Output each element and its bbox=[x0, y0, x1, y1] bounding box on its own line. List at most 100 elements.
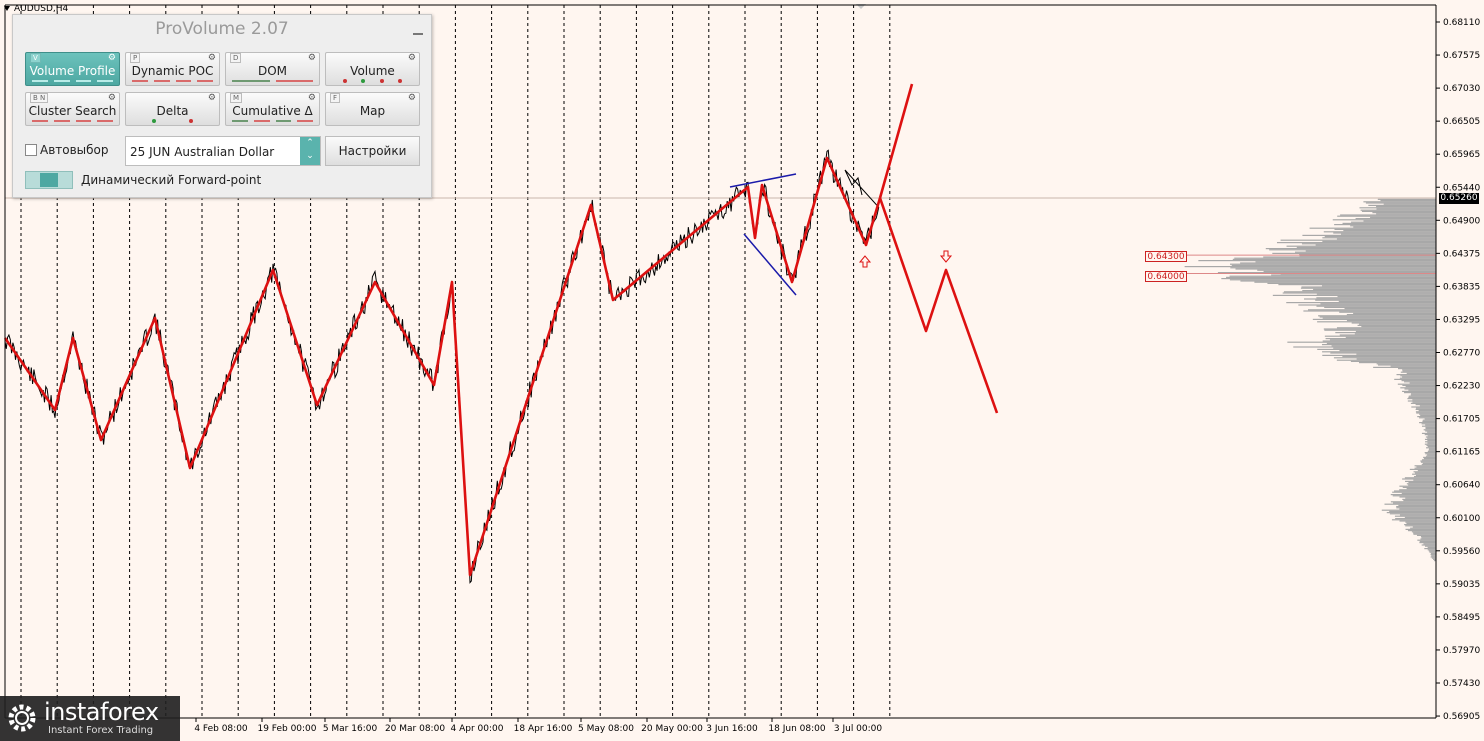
profile-bar bbox=[1351, 322, 1436, 324]
profile-bar bbox=[1408, 484, 1436, 486]
module-cluster-search-button[interactable]: B N ⚙ Cluster Search bbox=[25, 92, 120, 126]
profile-bar bbox=[1383, 203, 1436, 205]
price-tick-label: 0.62230 bbox=[1443, 382, 1480, 392]
profile-bar bbox=[1396, 506, 1436, 508]
profile-bar bbox=[1418, 410, 1436, 412]
indicator-dots bbox=[336, 79, 409, 83]
module-map-button[interactable]: F ⚙ Map bbox=[325, 92, 420, 126]
gear-icon[interactable]: ⚙ bbox=[108, 94, 116, 103]
level-label-1: 0.64300 bbox=[1145, 251, 1187, 262]
profile-bar bbox=[1393, 490, 1436, 492]
profile-bar bbox=[1346, 314, 1436, 316]
profile-bar bbox=[1411, 393, 1436, 395]
price-tick-label: 0.63835 bbox=[1443, 282, 1480, 292]
minimize-icon[interactable] bbox=[413, 23, 423, 35]
profile-bar bbox=[1373, 366, 1436, 368]
profile-bar bbox=[1316, 305, 1436, 307]
profile-bar bbox=[1413, 476, 1436, 478]
price-tick-label: 0.64375 bbox=[1443, 249, 1480, 259]
module-volume-profile-button[interactable]: V ⚙ Volume Profile bbox=[25, 52, 120, 86]
settings-button[interactable]: Настройки bbox=[325, 136, 420, 166]
profile-bar bbox=[1298, 304, 1436, 306]
module-volume-button[interactable]: ⚙ Volume bbox=[325, 52, 420, 86]
profile-bar bbox=[1420, 460, 1436, 462]
module-delta-button[interactable]: ⚙ Delta bbox=[125, 92, 220, 126]
module-dynamic-poc-button[interactable]: P ⚙ Dynamic POC bbox=[125, 52, 220, 86]
profile-bar bbox=[1397, 383, 1436, 385]
auto-select-checkbox-row[interactable]: Автовыбор bbox=[25, 143, 109, 157]
forward-point-toggle[interactable] bbox=[25, 171, 73, 189]
profile-bar bbox=[1406, 483, 1436, 485]
profile-bar bbox=[1232, 258, 1436, 260]
profile-bar bbox=[1353, 226, 1436, 228]
profile-bar bbox=[1414, 465, 1436, 467]
profile-bar bbox=[1356, 353, 1436, 355]
profile-bar bbox=[1399, 508, 1436, 510]
profile-bar bbox=[1303, 310, 1436, 312]
profile-bar bbox=[1394, 515, 1436, 517]
profile-bar bbox=[1404, 388, 1436, 390]
profile-bar bbox=[1278, 284, 1436, 286]
profile-bar bbox=[1416, 534, 1436, 536]
profile-bar bbox=[1372, 212, 1436, 214]
chevron-updown-icon[interactable]: ⌃ ⌄ bbox=[300, 137, 320, 165]
provolume-panel[interactable]: ProVolume 2.07 V ⚙ Volume Profile P ⚙ Dy… bbox=[12, 14, 432, 198]
profile-bar bbox=[1304, 298, 1436, 300]
profile-bar bbox=[1234, 257, 1436, 259]
profile-bar bbox=[1424, 434, 1436, 436]
gear-icon[interactable]: ⚙ bbox=[208, 54, 216, 63]
profile-bar bbox=[1321, 285, 1436, 287]
profile-bar bbox=[1184, 266, 1436, 268]
profile-bar bbox=[1221, 278, 1436, 280]
profile-bar bbox=[1402, 390, 1436, 392]
profile-bar bbox=[1430, 556, 1436, 558]
profile-bar bbox=[1229, 275, 1436, 277]
module-label: Delta bbox=[156, 104, 189, 118]
hotkey-badge: B N bbox=[30, 93, 49, 103]
contract-select[interactable]: 25 JUN Australian Dollar ⌃ ⌄ bbox=[125, 136, 321, 166]
gear-icon[interactable]: ⚙ bbox=[408, 54, 416, 63]
module-dom-button[interactable]: D ⚙ DOM bbox=[225, 52, 320, 86]
profile-bar bbox=[1267, 282, 1436, 284]
profile-bar bbox=[1421, 537, 1436, 539]
gear-icon[interactable]: ⚙ bbox=[308, 94, 316, 103]
profile-bar bbox=[1415, 474, 1436, 476]
gear-icon[interactable]: ⚙ bbox=[108, 54, 116, 63]
profile-bar bbox=[1316, 297, 1436, 299]
profile-bar bbox=[1324, 306, 1436, 308]
gear-icon[interactable]: ⚙ bbox=[208, 94, 216, 103]
profile-bar bbox=[1351, 221, 1436, 223]
profile-bar bbox=[1410, 394, 1436, 396]
profile-bar bbox=[1422, 462, 1436, 464]
profile-bar bbox=[1412, 401, 1436, 403]
gear-icon[interactable]: ⚙ bbox=[408, 94, 416, 103]
profile-bar bbox=[1240, 280, 1436, 282]
profile-bar bbox=[1428, 550, 1436, 552]
profile-bar bbox=[1305, 250, 1436, 252]
profile-bar bbox=[1421, 425, 1436, 427]
price-tick-label: 0.65965 bbox=[1443, 150, 1480, 160]
module-label: Volume bbox=[350, 64, 395, 78]
profile-bar bbox=[1396, 374, 1436, 376]
profile-bar bbox=[1324, 236, 1436, 238]
profile-bar bbox=[1282, 292, 1436, 294]
profile-bar bbox=[1416, 407, 1436, 409]
price-tick-label: 0.67575 bbox=[1443, 51, 1480, 61]
profile-bar bbox=[1350, 360, 1436, 362]
chart-window[interactable]: 0.68110 0.67575 0.67030 0.66505 0.65965 0.654… bbox=[0, 0, 1484, 741]
profile-bar bbox=[1403, 500, 1436, 502]
gear-icon[interactable]: ⚙ bbox=[308, 54, 316, 63]
auto-select-checkbox[interactable] bbox=[25, 144, 37, 156]
profile-bar bbox=[1407, 530, 1436, 532]
forward-point-row[interactable]: Динамический Forward-point bbox=[25, 171, 261, 189]
module-cumulative-delta-button[interactable]: M ⚙ Cumulative Δ bbox=[225, 92, 320, 126]
profile-bar bbox=[1431, 555, 1436, 557]
profile-bar bbox=[1405, 521, 1436, 523]
profile-bar bbox=[1409, 382, 1436, 384]
time-tick-label: 19 Feb 00:00 bbox=[257, 724, 316, 734]
profile-bar bbox=[1350, 225, 1436, 227]
profile-bar bbox=[1370, 216, 1436, 218]
profile-bar bbox=[1345, 336, 1436, 338]
profile-bar bbox=[1419, 422, 1436, 424]
profile-bar bbox=[1230, 263, 1436, 265]
